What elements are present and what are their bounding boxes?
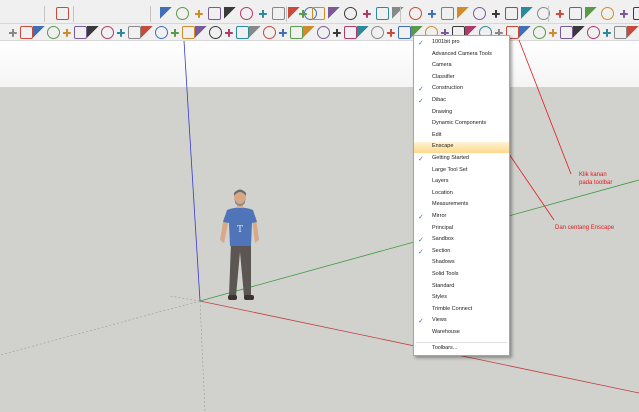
menu-separator: [416, 341, 507, 343]
menu-item-dibac[interactable]: ✓ Dibac: [414, 96, 509, 107]
model-scene[interactable]: T: [0, 0, 639, 412]
check-icon: ✓: [418, 318, 424, 326]
menu-item-advanced-camera-tools[interactable]: Advanced Camera Tools: [414, 50, 509, 61]
green-axis-dashed: [0, 300, 201, 356]
check-icon: ✓: [418, 248, 424, 256]
menu-item-toolbars[interactable]: Toolbars...: [414, 344, 509, 355]
menu-item-large-tool-set[interactable]: Large Tool Set: [414, 166, 509, 177]
check-icon: ✓: [418, 156, 424, 163]
menu-item-styles[interactable]: Styles: [414, 293, 509, 304]
menu-item-location[interactable]: Location: [414, 189, 509, 200]
menu-item-construction[interactable]: ✓ Construction: [414, 84, 509, 95]
menu-item-warehouse[interactable]: Warehouse: [414, 328, 509, 339]
menu-item-shadows[interactable]: Shadows: [414, 258, 509, 269]
menu-item-label: Principal: [432, 224, 454, 231]
menu-item-principal[interactable]: Principal: [414, 224, 509, 235]
menu-item-classifier[interactable]: Classifier: [414, 73, 509, 84]
menu-item-layers[interactable]: Layers: [414, 177, 509, 188]
menu-item-trimble-connect[interactable]: Trimble Connect: [414, 305, 509, 316]
annotation-right-click-line2: pada toolbar: [579, 180, 613, 186]
menu-item-label: Toolbars...: [432, 344, 458, 351]
menu-item-label: Shadows: [432, 259, 455, 266]
menu-item-label: Section: [432, 247, 451, 254]
menu-item-label: Drawing: [432, 108, 453, 115]
menu-item-label: Trimble Connect: [432, 305, 473, 312]
menu-item-label: Classifier: [432, 73, 455, 80]
sketchup-window: T Klik kanan pada toolbar Dan centang En…: [0, 0, 639, 412]
menu-item-measurements[interactable]: Measurements: [414, 200, 509, 211]
menu-item-sandbox[interactable]: ✓ Sandbox: [414, 235, 509, 246]
check-icon: ✓: [418, 214, 424, 221]
menu-item-getting-started[interactable]: ✓ Getting Started: [414, 154, 509, 165]
annotation-right-click-line1: Klik kanan: [579, 172, 607, 178]
menu-item-label: 1001bit pro: [432, 39, 460, 45]
menu-item-label: Enscape: [432, 143, 454, 150]
menu-item-label: Solid Tools: [432, 271, 459, 277]
menu-item-label: Location: [432, 189, 453, 196]
menu-item-drawing[interactable]: Drawing: [414, 108, 509, 119]
annotation-line-1: [518, 39, 572, 175]
shirt-logo: T: [237, 225, 243, 235]
menu-item-label: Dynamic Components: [432, 120, 487, 127]
menu-item-label: Standard: [432, 282, 455, 289]
check-icon: ✓: [418, 40, 424, 47]
menu-item-label: Advanced Camera Tools: [432, 50, 492, 57]
blue-axis: [183, 40, 201, 302]
menu-item-label: Measurements: [432, 201, 469, 208]
check-icon: ✓: [418, 237, 424, 245]
annotation-check-enscape: Dan centang Enscape: [555, 225, 615, 231]
check-icon: ✓: [418, 98, 424, 105]
menu-item-label: Views: [432, 317, 447, 324]
menu-item-solid-tools[interactable]: Solid Tools: [414, 270, 509, 281]
menu-item-label: Sandbox: [432, 236, 454, 243]
menu-item-mirror[interactable]: ✓ Mirror: [414, 212, 509, 223]
annotation-right-click: Klik kanan pada toolbar: [579, 171, 612, 187]
menu-item-label: Getting Started: [432, 155, 469, 161]
menu-item-camera[interactable]: Camera: [414, 61, 509, 72]
menu-item-standard[interactable]: Standard: [414, 282, 509, 293]
menu-item-label: Mirror: [432, 213, 447, 219]
menu-item-section[interactable]: ✓ Section: [414, 247, 509, 258]
menu-item-label: Dibac: [432, 97, 447, 103]
menu-item-label: Camera: [432, 62, 452, 69]
menu-item-dynamic-components[interactable]: Dynamic Components: [414, 119, 509, 130]
person-figure[interactable]: T: [220, 189, 259, 301]
menu-item-1001bit-pro[interactable]: ✓ 1001bit pro: [414, 38, 509, 49]
menu-item-views[interactable]: ✓ Views: [414, 316, 509, 327]
annotation-line-2: [504, 147, 555, 221]
check-icon: ✓: [418, 86, 424, 94]
menu-item-label: Construction: [432, 85, 463, 92]
red-axis-dashed: [169, 295, 201, 302]
menu-item-enscape[interactable]: Enscape: [414, 142, 509, 154]
menu-item-label: Layers: [432, 178, 449, 185]
menu-item-label: Large Tool Set: [432, 166, 468, 173]
menu-item-label: Styles: [432, 294, 447, 301]
menu-item-label: Warehouse: [432, 329, 460, 335]
menu-item-edit[interactable]: Edit: [414, 131, 509, 142]
menu-item-label: Edit: [432, 131, 442, 138]
toolbars-context-menu[interactable]: ✓ 1001bit pro Advanced Camera Tools Camera C…: [413, 35, 510, 356]
blue-axis-dashed: [199, 300, 206, 412]
